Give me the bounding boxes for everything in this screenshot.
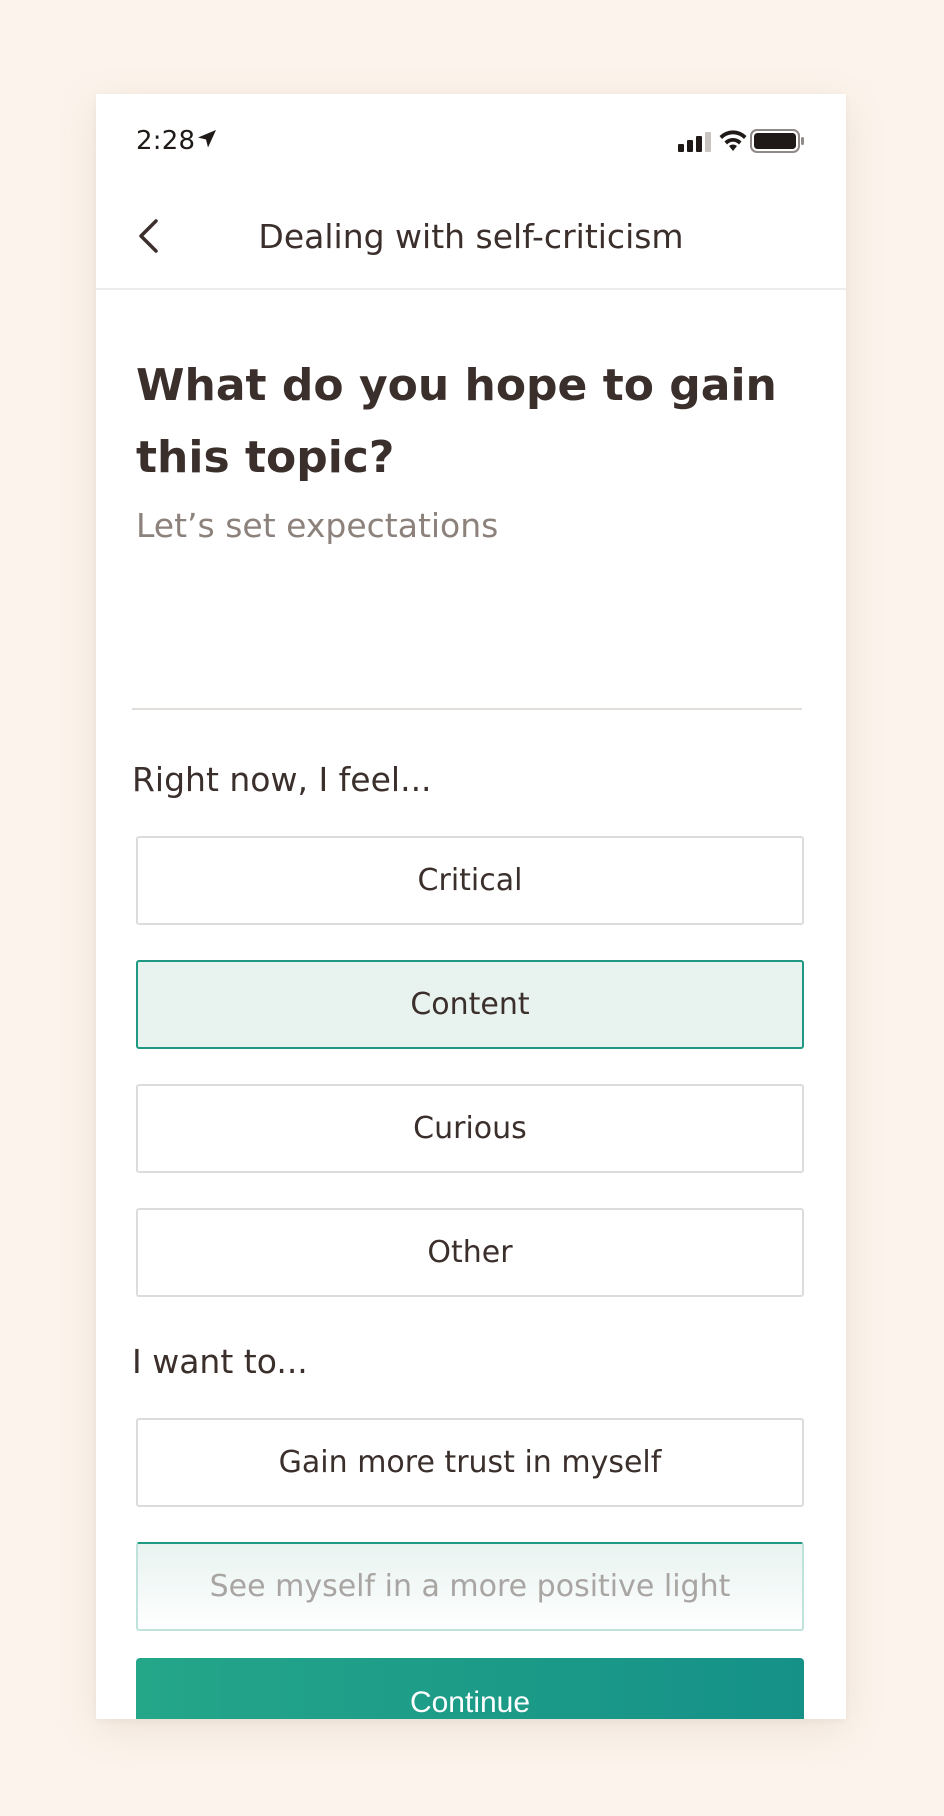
phone-frame: 2:28 Dealing with self-criticism What do… [96,94,846,1719]
option-gain-trust[interactable]: Gain more trust in myself [136,1418,804,1507]
page-title: Dealing with self-criticism [258,217,684,256]
cellular-signal-icon [678,132,711,152]
question-subtitle: Let’s set expectations [136,506,499,545]
section-divider [132,708,802,710]
want-section-label: I want to... [132,1342,308,1381]
location-arrow-icon [198,130,216,148]
option-positive-light[interactable]: See myself in a more positive light [136,1542,804,1631]
navigation-header: Dealing with self-criticism [96,194,846,290]
option-content[interactable]: Content [136,960,804,1049]
option-curious[interactable]: Curious [136,1084,804,1173]
continue-button[interactable]: Continue [136,1658,804,1719]
question-title: What do you hope to gain this topic? [136,360,777,483]
battery-icon [750,129,804,153]
wifi-icon [719,130,747,151]
option-critical[interactable]: Critical [136,836,804,925]
option-other[interactable]: Other [136,1208,804,1297]
feel-section-label: Right now, I feel... [132,760,432,799]
questionnaire-content: What do you hope to gain this topic? Let… [96,290,846,1719]
status-bar: 2:28 [96,94,846,194]
status-time: 2:28 [136,126,196,156]
